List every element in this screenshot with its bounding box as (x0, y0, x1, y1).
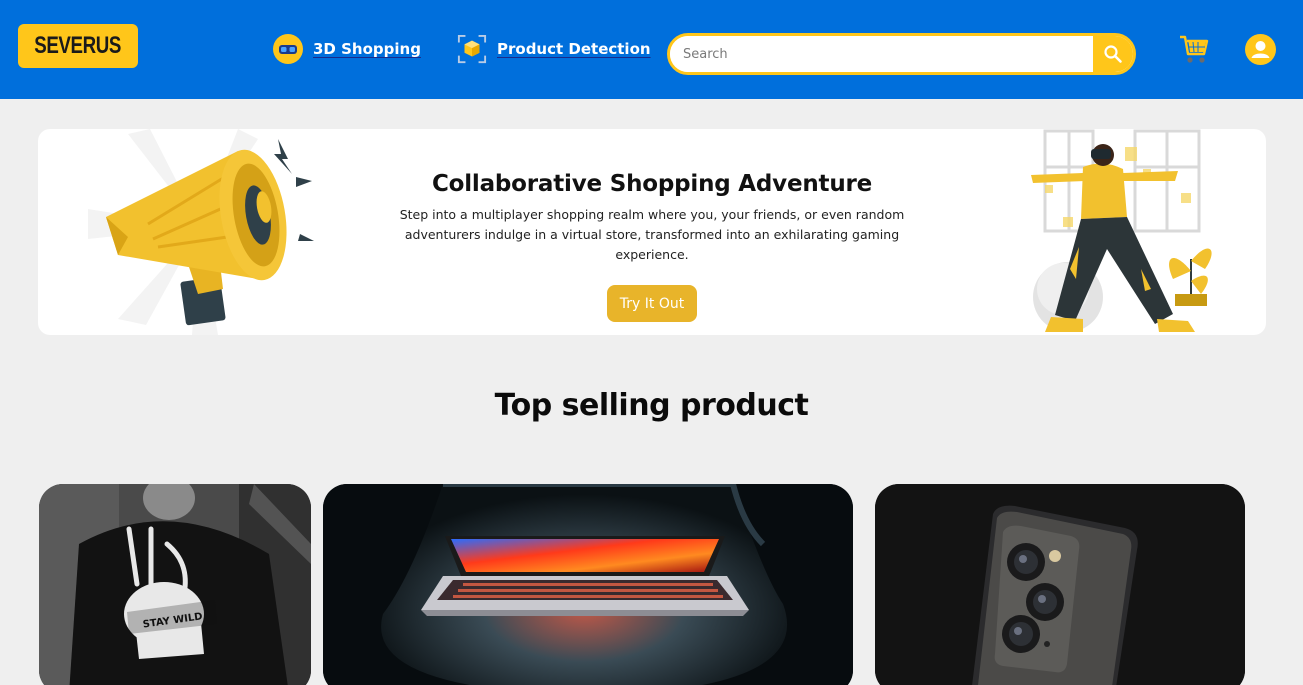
cart-button[interactable] (1179, 33, 1209, 65)
nav-product-detection-label: Product Detection (497, 40, 651, 58)
product-card-laptop[interactable] (323, 484, 853, 685)
search-bar (667, 33, 1136, 75)
hero-text-block: Collaborative Shopping Adventure Step in… (388, 171, 916, 265)
hero-description: Step into a multiplayer shopping realm w… (399, 207, 905, 262)
vr-person-illustration (1023, 129, 1223, 335)
section-title-top-selling: Top selling product (494, 388, 809, 423)
user-account-button[interactable] (1245, 34, 1276, 65)
vr-headset-icon (273, 34, 303, 64)
top-navbar: SEVERUS 3D Shopping Product Detection (0, 0, 1303, 99)
search-button[interactable] (1093, 36, 1133, 72)
nav-product-detection[interactable]: Product Detection (457, 32, 651, 66)
logo-text: SEVERUS (34, 32, 122, 59)
nav-3d-shopping-label: 3D Shopping (313, 40, 421, 58)
hero-banner: Collaborative Shopping Adventure Step in… (38, 129, 1266, 335)
search-icon (1104, 45, 1122, 63)
product-card-tshirt[interactable]: STAY WILD (39, 484, 311, 685)
hero-title: Collaborative Shopping Adventure (431, 171, 873, 197)
try-it-out-button[interactable]: Try It Out (607, 285, 697, 322)
tshirt-product-image: STAY WILD (39, 484, 311, 685)
product-scan-icon (457, 34, 487, 64)
megaphone-illustration (88, 129, 328, 335)
phone-product-image (875, 484, 1245, 685)
user-icon (1245, 34, 1276, 65)
cart-icon (1180, 35, 1209, 63)
logo[interactable]: SEVERUS (18, 24, 138, 68)
search-input[interactable] (670, 36, 1096, 72)
laptop-product-image (323, 484, 853, 685)
product-card-phone[interactable] (875, 484, 1245, 685)
nav-3d-shopping[interactable]: 3D Shopping (273, 32, 421, 66)
